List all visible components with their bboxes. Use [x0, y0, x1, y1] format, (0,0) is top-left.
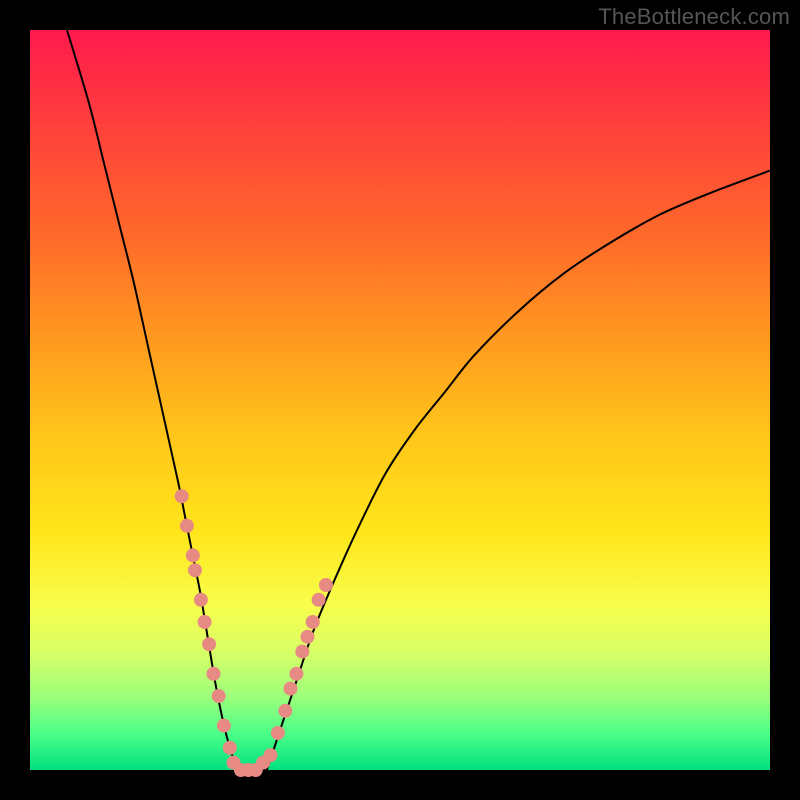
data-point: [223, 741, 237, 755]
data-point: [278, 704, 292, 718]
data-point: [289, 667, 303, 681]
curve-group: [67, 30, 770, 773]
data-point: [186, 548, 200, 562]
data-point: [198, 615, 212, 629]
data-point: [212, 689, 226, 703]
data-point: [295, 645, 309, 659]
data-point: [271, 726, 285, 740]
bottleneck-curve-svg: [30, 30, 770, 770]
bottleneck-curve: [67, 30, 770, 773]
data-point: [264, 748, 278, 762]
watermark-text: TheBottleneck.com: [598, 4, 790, 30]
chart-plot-area: [30, 30, 770, 770]
data-point: [301, 630, 315, 644]
dots-group: [175, 489, 333, 777]
data-point: [188, 563, 202, 577]
data-point: [194, 593, 208, 607]
data-point: [217, 719, 231, 733]
data-point: [312, 593, 326, 607]
data-point: [319, 578, 333, 592]
data-point: [180, 519, 194, 533]
data-point: [175, 489, 189, 503]
data-point: [202, 637, 216, 651]
data-point: [306, 615, 320, 629]
data-point: [284, 682, 298, 696]
data-point: [207, 667, 221, 681]
